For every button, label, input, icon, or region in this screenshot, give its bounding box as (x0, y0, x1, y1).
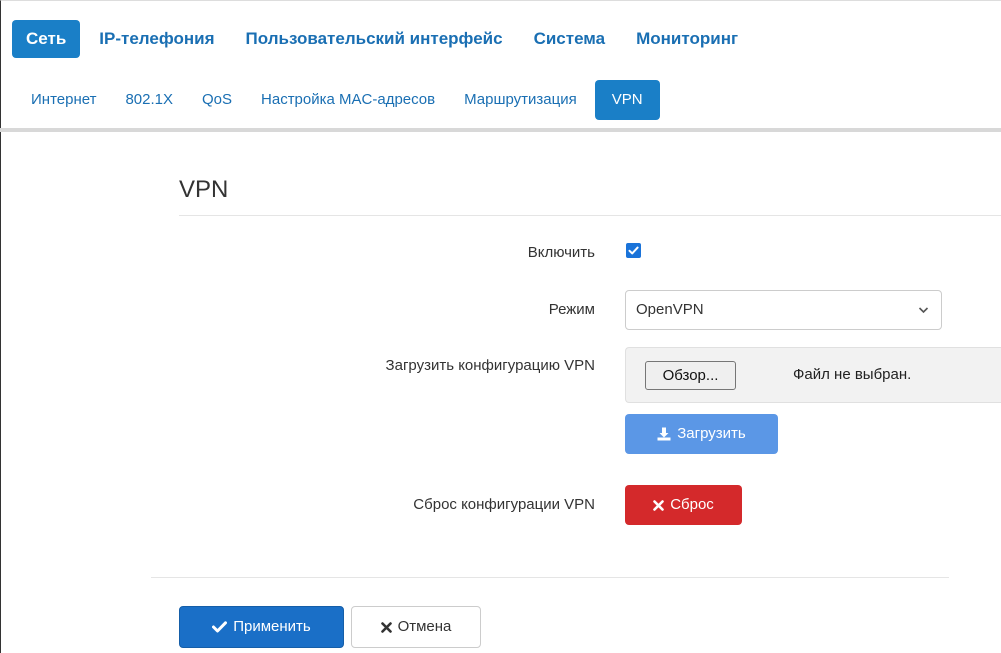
upload-button[interactable]: Загрузить (625, 414, 778, 454)
sub-tab-vpn[interactable]: VPN (594, 80, 660, 120)
bottom-divider (151, 577, 949, 578)
upload-config-label: Загрузить конфигурацию VPN (385, 357, 595, 374)
apply-button[interactable]: Применить (179, 606, 344, 648)
title-divider (179, 215, 1001, 216)
top-tab-ip-telephony[interactable]: IP-телефония (87, 20, 226, 58)
nav-divider (0, 128, 1001, 132)
sub-tab-routing[interactable]: Маршрутизация (453, 80, 588, 120)
reset-config-label: Сброс конфигурации VPN (413, 496, 595, 513)
close-icon (380, 621, 392, 633)
file-status-text: Файл не выбран. (793, 366, 912, 383)
reset-button[interactable]: Сброс (625, 485, 742, 525)
top-navigation: Сеть IP-телефония Пользовательский интер… (12, 20, 757, 58)
chevron-down-icon (918, 307, 929, 314)
top-tab-system[interactable]: Система (522, 20, 618, 58)
download-icon (657, 427, 671, 441)
mode-label: Режим (548, 301, 595, 318)
cancel-button-label: Отмена (397, 618, 452, 635)
top-tab-network[interactable]: Сеть (12, 20, 81, 58)
sub-tab-mac-settings[interactable]: Настройка MAC-адресов (250, 80, 446, 120)
enable-label: Включить (527, 244, 595, 261)
mode-select-value: OpenVPN (636, 301, 704, 318)
check-icon (212, 621, 228, 633)
sub-tab-8021x[interactable]: 802.1X (114, 80, 184, 120)
top-tab-user-interface[interactable]: Пользовательский интерфейс (234, 20, 515, 58)
sub-tab-qos[interactable]: QoS (191, 80, 243, 120)
mode-select[interactable]: OpenVPN (625, 290, 942, 330)
upload-button-label: Загрузить (677, 425, 746, 442)
close-icon (653, 499, 664, 511)
enable-checkbox[interactable] (626, 243, 641, 258)
sub-tab-internet[interactable]: Интернет (20, 80, 107, 120)
apply-button-label: Применить (233, 618, 311, 635)
checkmark-icon (628, 246, 639, 255)
browse-button[interactable]: Обзор... (645, 361, 736, 390)
cancel-button[interactable]: Отмена (351, 606, 481, 648)
sub-navigation: Интернет 802.1X QoS Настройка MAC-адресо… (20, 80, 667, 120)
file-input: Обзор... Файл не выбран. (625, 347, 1001, 403)
reset-button-label: Сброс (670, 496, 714, 513)
top-tab-monitoring[interactable]: Мониторинг (624, 20, 750, 58)
section-title: VPN (179, 176, 229, 203)
